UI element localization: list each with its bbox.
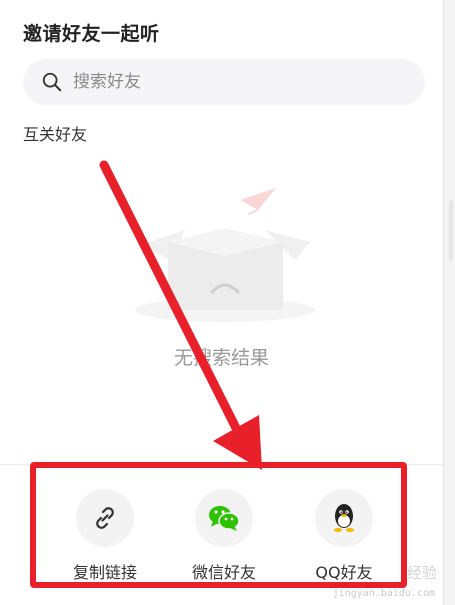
search-bar[interactable] [23, 59, 425, 105]
search-icon [42, 72, 62, 92]
qq-penguin-icon [334, 504, 354, 532]
share-label: 复制链接 [72, 563, 137, 582]
edge-scroll-mark [449, 200, 453, 260]
share-wechat-button[interactable]: 微信好友 [169, 489, 279, 583]
watermark-url: jingyan.baidu.com [332, 588, 435, 599]
share-label: QQ好友 [315, 563, 373, 582]
share-label: 微信好友 [191, 563, 256, 582]
watermark: 经验 [406, 564, 437, 582]
share-icon-circle [195, 489, 253, 547]
background-edge [443, 0, 455, 605]
share-copy-link-button[interactable]: 复制链接 [50, 489, 160, 583]
share-qq-button[interactable]: QQ好友 [289, 489, 399, 583]
share-icon-circle [76, 489, 134, 547]
section-label-mutual-friends: 互关好友 [23, 125, 88, 144]
share-divider [0, 464, 443, 465]
empty-box-illustration [135, 188, 315, 322]
empty-result-text: 无搜索结果 [173, 347, 269, 369]
share-icon-circle [315, 489, 373, 547]
invite-friends-panel: 邀请好友一起听 互关好友 无搜索结果 [0, 0, 443, 605]
link-icon [96, 507, 114, 529]
share-options: 复制链接 微信好友 QQ好友 [48, 489, 403, 584]
search-input[interactable] [71, 71, 375, 93]
dialog-title: 邀请好友一起听 [23, 23, 160, 45]
wechat-icon [209, 506, 240, 531]
